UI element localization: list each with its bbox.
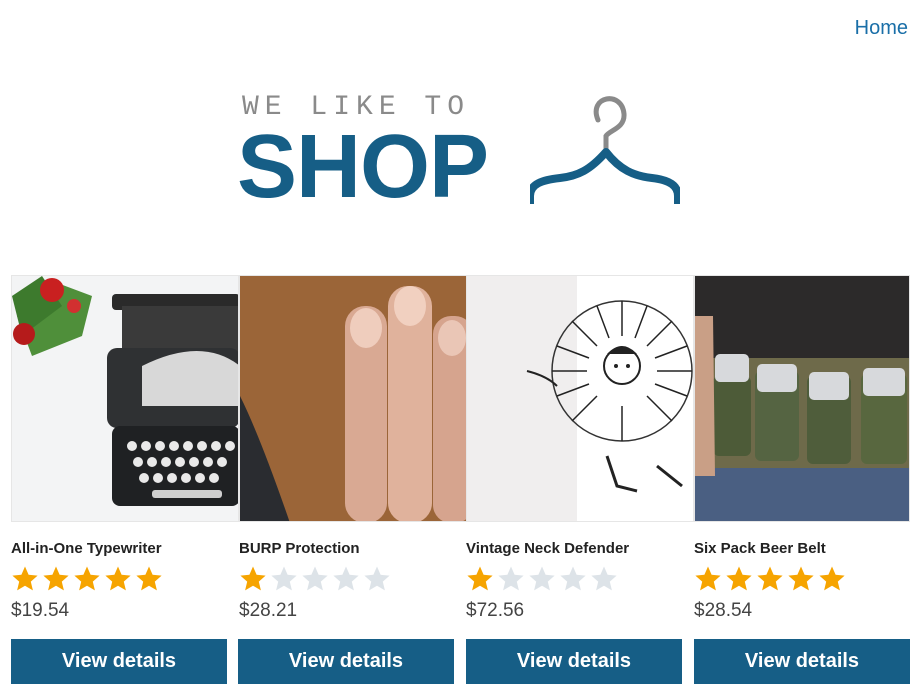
star-icon: [788, 566, 814, 591]
view-details-button[interactable]: View details: [238, 639, 454, 684]
product-image-burp-protection[interactable]: [239, 275, 467, 522]
star-rating: [694, 565, 846, 593]
star-icon: [467, 566, 493, 591]
home-link[interactable]: Home: [855, 17, 908, 40]
star-icon: [333, 566, 359, 591]
star-icon: [302, 566, 328, 591]
product-price: $72.56: [466, 600, 525, 621]
product-card: Vintage Neck Defender $72.56 View detail…: [466, 275, 694, 684]
star-icon: [757, 566, 783, 591]
star-rating: [11, 565, 163, 593]
star-icon: [819, 566, 845, 591]
product-price: $28.54: [694, 600, 753, 621]
product-title[interactable]: BURP Protection: [239, 540, 360, 557]
star-icon: [529, 566, 555, 591]
logo-wordmark: SHOP: [237, 117, 489, 217]
star-icon: [726, 566, 752, 591]
product-price: $19.54: [11, 600, 70, 621]
product-card: BURP Protection $28.21 View details: [238, 275, 467, 684]
view-details-button[interactable]: View details: [466, 639, 682, 684]
star-icon: [271, 566, 297, 591]
view-details-button[interactable]: View details: [694, 639, 910, 684]
hanger-icon: [530, 96, 680, 204]
star-icon: [498, 566, 524, 591]
product-title[interactable]: All-in-One Typewriter: [11, 540, 162, 557]
product-price: $28.21: [239, 600, 298, 621]
star-icon: [43, 566, 69, 591]
product-image-neck-defender[interactable]: [466, 275, 694, 522]
product-image-typewriter[interactable]: [11, 275, 239, 522]
product-title[interactable]: Six Pack Beer Belt: [694, 540, 826, 557]
product-grid: All-in-One Typewriter $19.54 View detail…: [11, 275, 911, 691]
star-icon: [560, 566, 586, 591]
star-rating: [466, 565, 618, 593]
star-icon: [591, 566, 617, 591]
star-icon: [12, 566, 38, 591]
product-image-beer-belt[interactable]: [694, 275, 910, 522]
view-details-button[interactable]: View details: [11, 639, 227, 684]
product-title[interactable]: Vintage Neck Defender: [466, 540, 629, 557]
product-card: Six Pack Beer Belt $28.54 View details: [694, 275, 910, 684]
product-card: All-in-One Typewriter $19.54 View detail…: [11, 275, 239, 684]
star-icon: [240, 566, 266, 591]
star-icon: [74, 566, 100, 591]
shop-logo: WE LIKE TO SHOP: [237, 92, 685, 217]
star-icon: [364, 566, 390, 591]
star-icon: [105, 566, 131, 591]
star-icon: [695, 566, 721, 591]
star-rating: [239, 565, 391, 593]
star-icon: [136, 566, 162, 591]
